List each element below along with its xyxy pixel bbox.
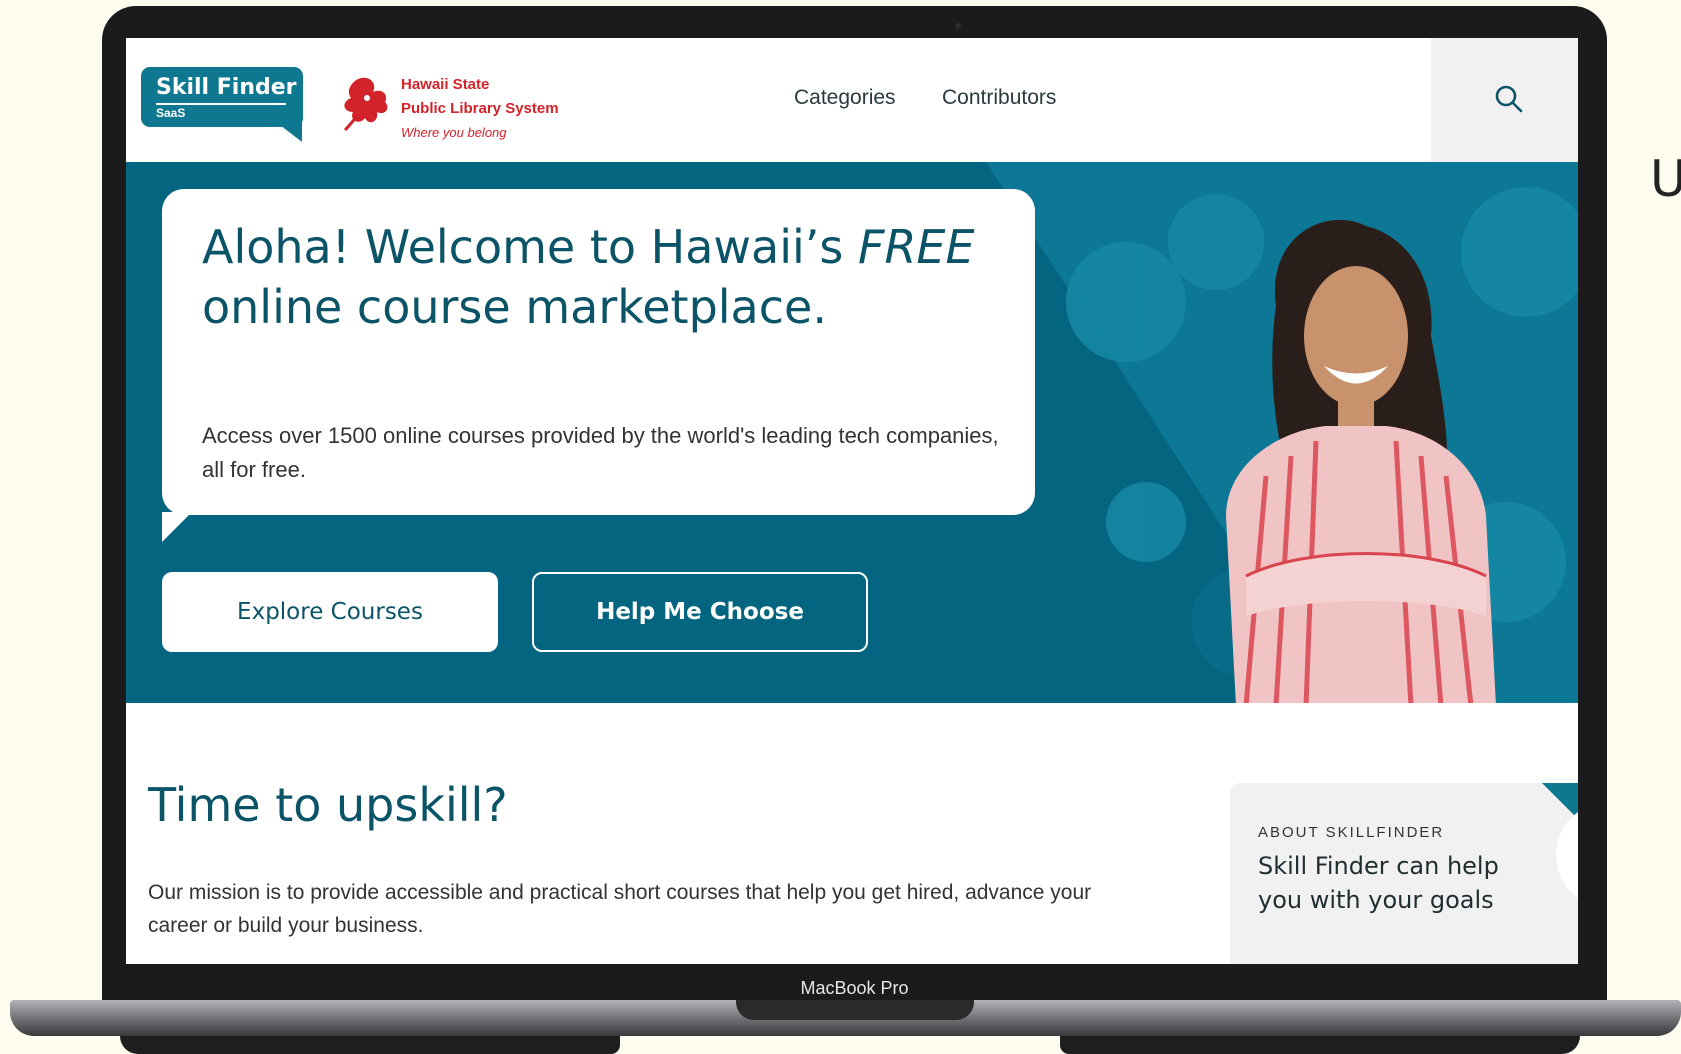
smiling-woman-photo: [1226, 219, 1496, 703]
device-label: MacBook Pro: [800, 978, 909, 998]
library-name-line1: Hawaii State: [401, 76, 490, 93]
about-kicker: ABOUT SKILLFINDER: [1258, 824, 1445, 841]
screen: Skill Finder SaaS Hawaii State Public Li…: [126, 38, 1578, 964]
explore-courses-button[interactable]: Explore Courses: [162, 572, 498, 652]
speech-card-tail: [162, 512, 192, 542]
laptop-foot-left: [120, 1036, 620, 1054]
hero-title-free: FREE: [858, 220, 975, 274]
site-header: Skill Finder SaaS Hawaii State Public Li…: [126, 38, 1578, 162]
webcam: [955, 23, 961, 29]
mission-text: Our mission is to provide accessible and…: [148, 881, 1092, 937]
page-edge-letter: U: [1650, 150, 1681, 208]
laptop-foot-right: [1060, 1036, 1580, 1054]
laptop-notch: [736, 1000, 974, 1020]
hero-description: Access over 1500 online courses provided…: [202, 423, 999, 482]
about-text: Skill Finder can help you with your goal…: [1258, 852, 1499, 914]
logo-underline: [156, 103, 286, 105]
hibiscus-logo-icon[interactable]: [341, 74, 393, 134]
hero-title: Aloha! Welcome to Hawaii’s FREE online c…: [202, 217, 1002, 337]
nav-categories[interactable]: Categories: [794, 86, 896, 110]
library-name-line2: Public Library System: [401, 100, 559, 117]
section-title: Time to upskill?: [148, 778, 508, 832]
search-icon[interactable]: [1494, 84, 1524, 114]
help-me-choose-button[interactable]: Help Me Choose: [532, 572, 868, 652]
about-skillfinder-card[interactable]: ABOUT SKILLFINDER Skill Finder can help …: [1230, 783, 1578, 964]
nav-contributors[interactable]: Contributors: [942, 86, 1056, 110]
hero-speech-card: Aloha! Welcome to Hawaii’s FREE online c…: [162, 189, 1035, 515]
skill-finder-logo[interactable]: Skill Finder SaaS: [141, 67, 303, 127]
logo-speech-tail: [276, 122, 302, 142]
skill-finder-logo-sub: SaaS: [156, 106, 186, 120]
hero-banner: Aloha! Welcome to Hawaii’s FREE online c…: [126, 162, 1578, 703]
hero-title-part2: online course marketplace.: [202, 280, 827, 334]
library-tagline: Where you belong: [401, 125, 507, 140]
hero-title-part1: Aloha! Welcome to Hawaii’s: [202, 220, 844, 274]
skill-finder-logo-name: Skill Finder: [156, 75, 297, 100]
